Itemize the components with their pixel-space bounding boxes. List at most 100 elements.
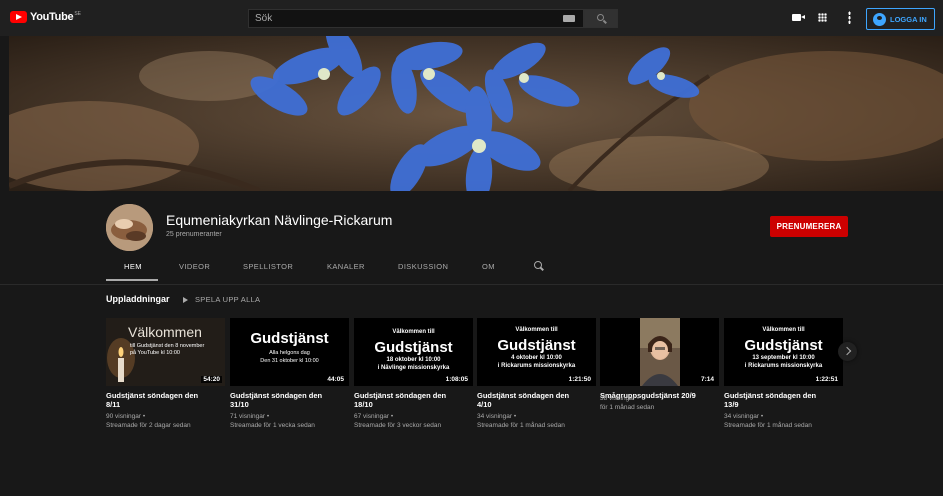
- logo-country: SE: [74, 11, 81, 17]
- video-card[interactable]: Välkommen till Gudstjänst 13 september k…: [724, 318, 843, 430]
- video-card[interactable]: Välkommen till Gudstjänst 4 oktober kl 1…: [477, 318, 596, 430]
- banner-image: [9, 36, 943, 191]
- video-title-line: 13/9: [724, 400, 739, 409]
- youtube-play-icon: [10, 11, 27, 23]
- video-title-line: Gudstjänst söndagen den: [106, 391, 199, 400]
- video-title-line: Gudstjänst söndagen den: [354, 391, 447, 400]
- video-thumbnail[interactable]: 7:14: [600, 318, 719, 386]
- video-card[interactable]: 7:14 Smågruppsgudstjänst 20/9 38 visning…: [600, 318, 719, 412]
- channel-banner: [9, 36, 943, 191]
- video-duration: 1:08:05: [443, 376, 470, 383]
- video-age: Streamade för 1 månad sedan: [724, 422, 812, 429]
- thumb-small-text: till Gudstjänst den 8 november: [130, 343, 205, 349]
- thumb-big-text: Välkommen: [128, 324, 202, 340]
- video-views: 34 visningar: [477, 413, 513, 420]
- apps-grid-icon[interactable]: [818, 13, 827, 22]
- video-views: 38 visningar: [600, 395, 636, 402]
- thumb-pre-text: Välkommen till: [762, 327, 805, 333]
- video-title-line: 18/10: [354, 400, 373, 409]
- tab-home[interactable]: HEM: [124, 262, 142, 271]
- search-button[interactable]: [584, 9, 618, 28]
- thumb-small-text: i Nävlinge missionskyrka: [377, 365, 450, 371]
- channel-search-icon[interactable]: [534, 261, 542, 269]
- video-title-line: Gudstjänst söndagen den: [477, 391, 570, 400]
- thumb-small-text: i Rickarums missionskyrka: [744, 363, 823, 369]
- video-title-line: 31/10: [230, 400, 249, 409]
- play-icon: [183, 296, 188, 303]
- video-card[interactable]: Gudstjänst Alla helgons dag Den 31 oktob…: [230, 318, 349, 430]
- video-thumbnail[interactable]: Välkommen till Gudstjänst 4 oktober kl 1…: [477, 318, 596, 386]
- video-meta: 90 visningar • Streamade för 2 dagar sed…: [106, 412, 225, 430]
- video-meta: 67 visningar • Streamade för 3 veckor se…: [354, 412, 473, 430]
- play-all-button[interactable]: SPELA UPP ALLA: [183, 295, 260, 304]
- video-card[interactable]: Välkommen till Gudstjänst den 8 november…: [106, 318, 225, 430]
- video-views: 67 visningar: [354, 413, 390, 420]
- video-title[interactable]: Gudstjänst söndagen den 31/10: [230, 391, 349, 409]
- create-video-icon[interactable]: [792, 14, 805, 21]
- video-card[interactable]: Välkommen till Gudstjänst 18 oktober kl …: [354, 318, 473, 430]
- video-duration: 1:22:51: [813, 376, 840, 383]
- video-meta: 71 visningar • Streamade för 1 vecka sed…: [230, 412, 349, 430]
- thumb-small-text: Den 31 oktober kl 10:00: [260, 358, 319, 364]
- tab-playlists[interactable]: SPELLISTOR: [243, 262, 293, 271]
- video-age: för 1 månad sedan: [600, 404, 655, 411]
- thumb-pre-text: Välkommen till: [392, 329, 435, 335]
- video-views: 90 visningar: [106, 413, 142, 420]
- search-input[interactable]: [249, 13, 549, 24]
- video-thumbnail[interactable]: Välkommen till Gudstjänst 18 oktober kl …: [354, 318, 473, 386]
- thumb-small-text: 13 september kl 10:00: [752, 355, 815, 361]
- video-thumbnail[interactable]: Välkommen till Gudstjänst den 8 november…: [106, 318, 225, 386]
- tabs-divider: [0, 284, 943, 285]
- video-age: Streamade för 2 dagar sedan: [106, 422, 191, 429]
- video-meta: 34 visningar • Streamade för 1 månad sed…: [724, 412, 843, 430]
- video-title[interactable]: Gudstjänst söndagen den 8/11: [106, 391, 225, 409]
- tab-discussion[interactable]: DISKUSSION: [398, 262, 448, 271]
- video-title[interactable]: Gudstjänst söndagen den 4/10: [477, 391, 596, 409]
- thumb-small-text: på YouTube kl 10:00: [130, 350, 180, 356]
- active-tab-indicator: [106, 279, 158, 281]
- video-age: Streamade för 1 vecka sedan: [230, 422, 315, 429]
- video-meta: 34 visningar • Streamade för 1 månad sed…: [477, 412, 596, 430]
- signin-label: LOGGA IN: [890, 14, 927, 24]
- thumb-big-text: Gudstjänst: [497, 337, 576, 354]
- video-age: Streamade för 3 veckor sedan: [354, 422, 442, 429]
- signin-button[interactable]: LOGGA IN: [866, 8, 935, 30]
- thumb-big-text: Gudstjänst: [250, 330, 329, 347]
- youtube-logo[interactable]: YouTube SE: [10, 11, 81, 23]
- video-title-line: Gudstjänst söndagen den: [724, 391, 817, 400]
- more-vert-icon[interactable]: [848, 11, 851, 24]
- tab-about[interactable]: OM: [482, 262, 495, 271]
- search-box: [248, 9, 584, 28]
- account-icon: [873, 12, 886, 26]
- masthead: YouTube SE LOGGA IN: [0, 0, 943, 36]
- shelf-next-button[interactable]: [838, 342, 857, 361]
- thumb-small-text: 4 oktober kl 10:00: [511, 355, 562, 361]
- video-duration: 1:21:50: [566, 376, 593, 383]
- keyboard-icon[interactable]: [563, 15, 575, 22]
- thumb-small-text: Alla helgons dag: [269, 350, 310, 356]
- shelf-title[interactable]: Uppladdningar: [106, 294, 170, 304]
- avatar-image: [106, 204, 153, 251]
- video-thumbnail[interactable]: Välkommen till Gudstjänst 13 september k…: [724, 318, 843, 386]
- tab-channels[interactable]: KANALER: [327, 262, 365, 271]
- video-age: Streamade för 1 månad sedan: [477, 422, 565, 429]
- video-thumbnail[interactable]: Gudstjänst Alla helgons dag Den 31 oktob…: [230, 318, 349, 386]
- logo-text: YouTube: [30, 11, 74, 23]
- video-title[interactable]: Gudstjänst söndagen den 18/10: [354, 391, 473, 409]
- thumb-small-text: 18 oktober kl 10:00: [386, 357, 441, 363]
- video-duration: 7:14: [698, 376, 716, 383]
- search-icon: [597, 14, 604, 21]
- thumb-small-text: i Rickarums missionskyrka: [497, 363, 576, 369]
- video-title[interactable]: Gudstjänst söndagen den 13/9: [724, 391, 843, 409]
- subscribe-button[interactable]: PRENUMERERA: [770, 216, 848, 237]
- thumb-big-text: Gudstjänst: [374, 339, 453, 356]
- channel-avatar[interactable]: [106, 204, 153, 251]
- video-duration: 54:20: [201, 376, 222, 383]
- video-views: 71 visningar: [230, 413, 266, 420]
- video-views: 34 visningar: [724, 413, 760, 420]
- thumb-big-text: Gudstjänst: [744, 337, 823, 354]
- channel-name: Equmeniakyrkan Nävlinge-Rickarum: [166, 212, 393, 228]
- tab-videos[interactable]: VIDEOR: [179, 262, 210, 271]
- play-all-label: SPELA UPP ALLA: [195, 295, 261, 304]
- video-duration: 44:05: [325, 376, 346, 383]
